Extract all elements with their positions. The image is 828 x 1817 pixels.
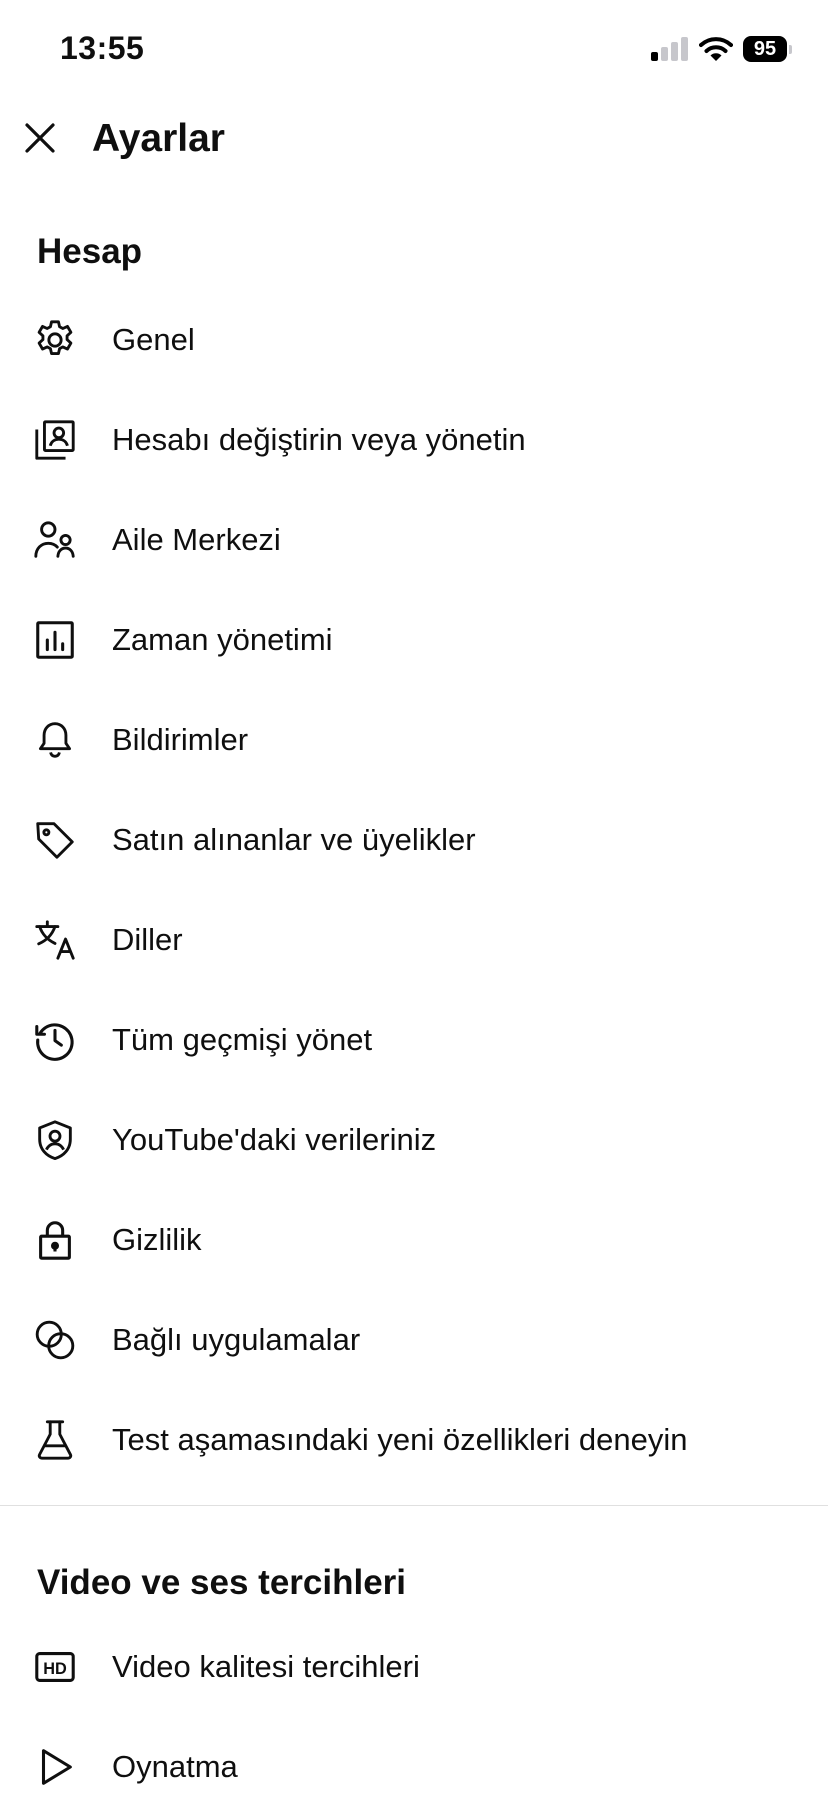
shield-user-icon bbox=[30, 1115, 80, 1165]
menu-item-video-quality[interactable]: HD Video kalitesi tercihleri bbox=[0, 1617, 828, 1717]
menu-label: Diller bbox=[112, 922, 183, 957]
menu-label: Aile Merkezi bbox=[112, 522, 281, 557]
hd-icon: HD bbox=[30, 1642, 80, 1692]
menu-item-privacy[interactable]: Gizlilik bbox=[0, 1190, 828, 1290]
bell-icon bbox=[30, 715, 80, 765]
menu-label: Satın alınanlar ve üyelikler bbox=[112, 822, 476, 857]
flask-icon bbox=[30, 1415, 80, 1465]
page-title: Ayarlar bbox=[92, 117, 225, 160]
settings-header: Ayarlar bbox=[0, 100, 828, 184]
switch-account-icon bbox=[30, 415, 80, 465]
menu-label: Tüm geçmişi yönet bbox=[112, 1022, 373, 1057]
menu-item-general[interactable]: Genel bbox=[0, 290, 828, 390]
menu-label: Zaman yönetimi bbox=[112, 622, 333, 657]
bar-chart-icon bbox=[30, 615, 80, 665]
menu-label: Bağlı uygulamalar bbox=[112, 1322, 361, 1357]
play-icon bbox=[30, 1742, 80, 1792]
status-indicators: 95 bbox=[651, 36, 792, 62]
linked-circles-icon bbox=[30, 1315, 80, 1365]
menu-item-languages[interactable]: Diller bbox=[0, 890, 828, 990]
section-title-video-audio: Video ve ses tercihleri bbox=[37, 1563, 407, 1602]
section-title-account: Hesap bbox=[37, 232, 143, 271]
battery-level: 95 bbox=[743, 36, 787, 62]
menu-item-connected-apps[interactable]: Bağlı uygulamalar bbox=[0, 1290, 828, 1390]
status-time: 13:55 bbox=[60, 30, 145, 66]
menu-label: YouTube'daki verileriniz bbox=[112, 1122, 437, 1157]
lock-icon bbox=[30, 1215, 80, 1265]
menu-label: Oynatma bbox=[112, 1749, 238, 1784]
wifi-icon bbox=[699, 37, 733, 61]
menu-label: Genel bbox=[112, 322, 195, 357]
history-icon bbox=[30, 1015, 80, 1065]
menu-item-family-center[interactable]: Aile Merkezi bbox=[0, 490, 828, 590]
menu-label: Test aşamasındaki yeni özellikleri deney… bbox=[112, 1422, 688, 1457]
menu-item-switch-account[interactable]: Hesabı değiştirin veya yönetin bbox=[0, 390, 828, 490]
menu-label: Bildirimler bbox=[112, 722, 249, 757]
battery-tip bbox=[789, 44, 792, 54]
svg-text:HD: HD bbox=[43, 1660, 67, 1678]
menu-item-purchases[interactable]: Satın alınanlar ve üyelikler bbox=[0, 790, 828, 890]
family-icon bbox=[30, 515, 80, 565]
menu-item-time-management[interactable]: Zaman yönetimi bbox=[0, 590, 828, 690]
translate-icon bbox=[30, 915, 80, 965]
close-icon bbox=[25, 123, 55, 153]
close-button[interactable] bbox=[18, 116, 62, 160]
menu-item-notifications[interactable]: Bildirimler bbox=[0, 690, 828, 790]
gear-icon bbox=[30, 315, 80, 365]
menu-item-try-new-features[interactable]: Test aşamasındaki yeni özellikleri deney… bbox=[0, 1390, 828, 1490]
cellular-signal-icon bbox=[651, 37, 688, 61]
menu-label: Gizlilik bbox=[112, 1222, 202, 1257]
menu-item-history[interactable]: Tüm geçmişi yönet bbox=[0, 990, 828, 1090]
menu-label: Hesabı değiştirin veya yönetin bbox=[112, 422, 526, 457]
battery-indicator: 95 bbox=[743, 36, 792, 62]
menu-label: Video kalitesi tercihleri bbox=[112, 1649, 420, 1684]
status-bar: 13:55 95 bbox=[0, 0, 828, 100]
menu-item-your-data[interactable]: YouTube'daki verileriniz bbox=[0, 1090, 828, 1190]
tag-icon bbox=[30, 815, 80, 865]
menu-item-playback[interactable]: Oynatma bbox=[0, 1717, 828, 1817]
section-divider bbox=[0, 1505, 828, 1506]
